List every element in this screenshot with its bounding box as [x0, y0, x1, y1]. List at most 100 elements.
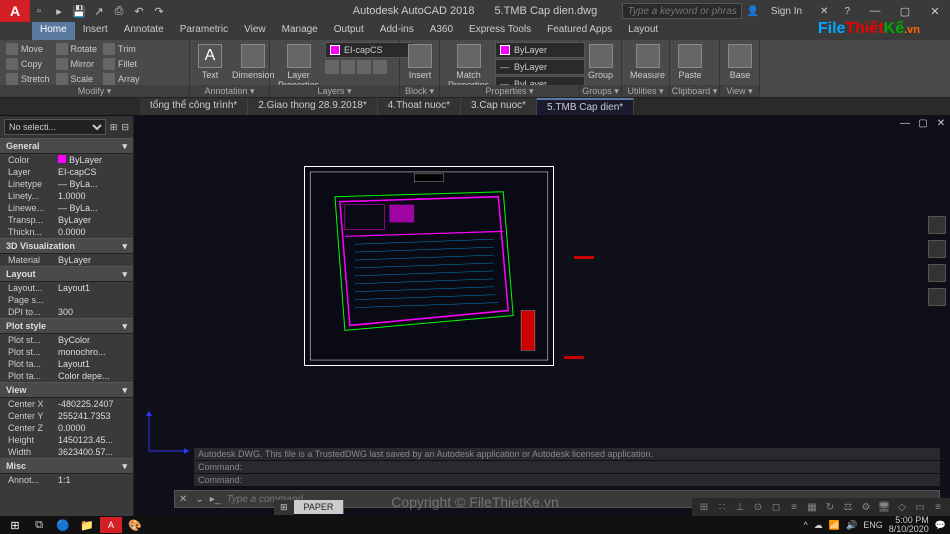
taskview-icon[interactable]: ⧉	[28, 517, 50, 533]
prop-row[interactable]: Center Z0.0000	[0, 422, 133, 434]
sb-monitor-icon[interactable]: 🖥	[876, 500, 892, 514]
menutab-featured-apps[interactable]: Featured Apps	[539, 22, 620, 40]
close-button[interactable]: ✕	[920, 0, 950, 22]
sb-ws-icon[interactable]: ⚙	[858, 500, 874, 514]
doc-close-icon[interactable]: ✕	[934, 118, 948, 130]
prop-row[interactable]: Center X-480225.2407	[0, 398, 133, 410]
sb-osnap-icon[interactable]: ◻	[768, 500, 784, 514]
lineweight-dropdown[interactable]: —ByLayer	[495, 59, 585, 75]
filetab-3[interactable]: 3.Cap nuoc*	[461, 98, 537, 115]
menutab-a360[interactable]: A360	[422, 22, 461, 40]
qat-open-icon[interactable]: ▸	[52, 4, 66, 18]
prop-row[interactable]: DPI to...300	[0, 306, 133, 318]
scale-button[interactable]: Scale	[54, 72, 100, 86]
paper-tab[interactable]: PAPER	[294, 500, 345, 514]
filetab-0[interactable]: tổng thể công trình*	[140, 98, 248, 115]
prop-row[interactable]: MaterialByLayer	[0, 254, 133, 266]
tray-lang[interactable]: ENG	[863, 520, 883, 530]
prop-row[interactable]: Width3623400.57...	[0, 446, 133, 458]
color-dropdown[interactable]: ByLayer	[495, 42, 585, 58]
menutab-express-tools[interactable]: Express Tools	[461, 22, 539, 40]
qat-save-icon[interactable]: 💾	[72, 4, 86, 18]
menutab-add-ins[interactable]: Add-ins	[372, 22, 422, 40]
menutab-layout[interactable]: Layout	[620, 22, 666, 40]
signin-button[interactable]: Sign In	[763, 6, 810, 17]
maximize-button[interactable]: ▢	[890, 0, 920, 22]
help-icon[interactable]: ?	[838, 6, 856, 17]
panel-view-label[interactable]: View ▾	[720, 85, 759, 97]
copy-button[interactable]: Copy	[4, 57, 52, 71]
menutab-annotate[interactable]: Annotate	[116, 22, 172, 40]
cmdline-close-icon[interactable]: ✕	[175, 494, 191, 505]
layer-ico3[interactable]	[357, 60, 371, 74]
app-logo[interactable]: A	[0, 0, 30, 22]
tray-volume-icon[interactable]: 🔊	[846, 520, 857, 531]
prop-row[interactable]: Linewe...— ByLa...	[0, 202, 133, 214]
filetab-1[interactable]: 2.Giao thong 28.9.2018*	[248, 98, 377, 115]
sb-custom-icon[interactable]: ≡	[930, 500, 946, 514]
qat-new-icon[interactable]: ▫	[32, 4, 46, 18]
menutab-view[interactable]: View	[236, 22, 274, 40]
autocad-taskbar-icon[interactable]: A	[100, 517, 122, 533]
panel-layers-label[interactable]: Layers ▾	[270, 85, 399, 97]
panel-properties-label[interactable]: Properties ▾	[440, 85, 579, 97]
array-button[interactable]: Array	[101, 72, 142, 86]
sb-snap-icon[interactable]: ∷	[714, 500, 730, 514]
props-section-view[interactable]: View ▾	[0, 382, 133, 398]
panel-annotation-label[interactable]: Annotation ▾	[190, 85, 269, 97]
navbar-orbit-icon[interactable]	[928, 288, 946, 306]
minimize-button[interactable]: —	[860, 0, 890, 22]
fillet-button[interactable]: Fillet	[101, 57, 142, 71]
prop-row[interactable]: ColorByLayer	[0, 154, 133, 166]
qat-undo-icon[interactable]: ↶	[132, 4, 146, 18]
rotate-button[interactable]: Rotate	[54, 42, 100, 56]
prop-row[interactable]: Plot st...monochro...	[0, 346, 133, 358]
model-tab-icon[interactable]: ⊞	[274, 500, 294, 515]
panel-clipboard-label[interactable]: Clipboard ▾	[670, 85, 719, 97]
cmdline-opts-icon[interactable]: ⌄	[191, 494, 207, 505]
measure-button[interactable]: Measure	[626, 42, 669, 82]
group-button[interactable]: Group	[584, 42, 617, 82]
prop-row[interactable]: Thickn...0.0000	[0, 226, 133, 238]
base-button[interactable]: Base	[724, 42, 756, 82]
text-button[interactable]: AText	[194, 42, 226, 82]
prop-row[interactable]: Plot st...ByColor	[0, 334, 133, 346]
navbar-zoom-icon[interactable]	[928, 264, 946, 282]
prop-row[interactable]: Linety...1.0000	[0, 190, 133, 202]
layer-ico2[interactable]	[341, 60, 355, 74]
move-button[interactable]: Move	[4, 42, 52, 56]
sb-grid-icon[interactable]: ⊞	[696, 500, 712, 514]
sb-iso-icon[interactable]: ◇	[894, 500, 910, 514]
props-section-misc[interactable]: Misc ▾	[0, 458, 133, 474]
props-section-layout[interactable]: Layout ▾	[0, 266, 133, 282]
stretch-button[interactable]: Stretch	[4, 72, 52, 86]
signin-icon[interactable]: 👤	[746, 6, 758, 17]
filetab-2[interactable]: 4.Thoat nuoc*	[378, 98, 461, 115]
selection-dropdown[interactable]: No selecti...	[4, 119, 106, 135]
pickadd-icon[interactable]: ⊟	[121, 122, 129, 133]
prop-row[interactable]: Annot...1:1	[0, 474, 133, 486]
quickselect-icon[interactable]: ⊞	[110, 122, 118, 133]
sb-clean-icon[interactable]: ▭	[912, 500, 928, 514]
panel-block-label[interactable]: Block ▾	[400, 85, 439, 97]
menutab-output[interactable]: Output	[326, 22, 372, 40]
sb-transp-icon[interactable]: ▦	[804, 500, 820, 514]
menutab-insert[interactable]: Insert	[75, 22, 116, 40]
tray-network-icon[interactable]: 📶	[829, 520, 840, 531]
prop-row[interactable]: Plot ta...Color depe...	[0, 370, 133, 382]
paper-viewport[interactable]	[304, 166, 554, 366]
sb-lw-icon[interactable]: ≡	[786, 500, 802, 514]
sb-annoscale-icon[interactable]: ⚖	[840, 500, 856, 514]
props-section-3d-visualization[interactable]: 3D Visualization ▾	[0, 238, 133, 254]
menutab-manage[interactable]: Manage	[274, 22, 326, 40]
prop-row[interactable]: Height1450123.45...	[0, 434, 133, 446]
menutab-home[interactable]: Home	[32, 22, 75, 40]
doc-min-icon[interactable]: —	[898, 118, 912, 130]
qat-redo-icon[interactable]: ↷	[152, 4, 166, 18]
prop-row[interactable]: Plot ta...Layout1	[0, 358, 133, 370]
qat-saveas-icon[interactable]: ↗	[92, 4, 106, 18]
drawing-canvas[interactable]: — ▢ ✕	[134, 116, 950, 516]
navbar-wheel-icon[interactable]	[928, 216, 946, 234]
sb-polar-icon[interactable]: ⊙	[750, 500, 766, 514]
filetab-4[interactable]: 5.TMB Cap dien*	[537, 98, 634, 115]
